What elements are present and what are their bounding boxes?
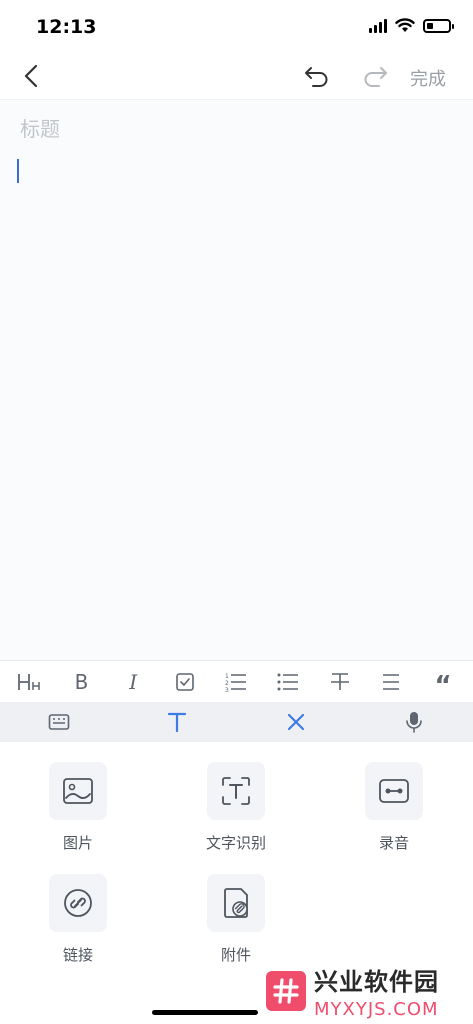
strikethrough-icon bbox=[330, 672, 349, 690]
checkbox-icon bbox=[175, 672, 194, 691]
mode-toolbar bbox=[0, 702, 473, 742]
status-bar: 12:13 bbox=[0, 0, 473, 52]
wifi-icon bbox=[395, 18, 415, 32]
watermark-text: 兴业软件园 MYXYJS.COM bbox=[314, 962, 439, 1020]
tool-recording[interactable]: 录音 bbox=[344, 762, 444, 853]
text-recognition-icon bbox=[222, 777, 250, 805]
done-button[interactable]: 完成 bbox=[410, 65, 446, 91]
svg-text:2: 2 bbox=[225, 680, 229, 687]
voice-button[interactable] bbox=[394, 704, 434, 740]
attachment-icon bbox=[224, 888, 248, 918]
status-icons bbox=[369, 18, 454, 33]
close-button[interactable] bbox=[276, 704, 316, 740]
align-icon bbox=[383, 673, 400, 690]
back-button[interactable] bbox=[18, 62, 46, 90]
redo-icon bbox=[364, 67, 387, 87]
quote-icon: “ bbox=[434, 670, 452, 701]
tool-text-recognition-label: 文字识别 bbox=[205, 835, 266, 852]
redo-button[interactable] bbox=[360, 62, 390, 90]
chevron-left-icon bbox=[24, 64, 38, 88]
watermark-logo-icon bbox=[266, 971, 306, 1011]
text-format-button[interactable] bbox=[157, 704, 197, 740]
signal-icon bbox=[369, 18, 387, 33]
tool-image-box[interactable] bbox=[49, 762, 107, 820]
recording-icon bbox=[379, 779, 409, 803]
tool-text-recognition[interactable]: 文字识别 bbox=[186, 762, 286, 853]
italic-button[interactable]: I bbox=[115, 664, 151, 700]
tool-image-label: 图片 bbox=[62, 835, 93, 852]
title-input[interactable] bbox=[20, 119, 450, 142]
checkbox-button[interactable] bbox=[167, 664, 203, 700]
tool-recording-label: 录音 bbox=[378, 835, 409, 852]
home-indicator[interactable] bbox=[152, 1010, 258, 1015]
link-icon bbox=[64, 889, 92, 917]
tool-image[interactable]: 图片 bbox=[28, 762, 128, 853]
keyboard-button[interactable] bbox=[39, 704, 79, 740]
heading-button[interactable] bbox=[12, 664, 48, 700]
text-caret bbox=[17, 159, 19, 183]
image-icon bbox=[63, 778, 93, 804]
nav-bar: 完成 bbox=[0, 52, 473, 100]
editor-area[interactable] bbox=[0, 101, 473, 659]
bold-icon: B bbox=[74, 669, 89, 694]
strikethrough-button[interactable] bbox=[322, 664, 358, 700]
tool-link[interactable]: 链接 bbox=[28, 874, 128, 965]
tool-text-recognition-box[interactable] bbox=[207, 762, 265, 820]
svg-text:3: 3 bbox=[225, 687, 229, 693]
tool-recording-box[interactable] bbox=[365, 762, 423, 820]
bullet-list-icon bbox=[277, 673, 299, 690]
microphone-icon bbox=[406, 712, 422, 733]
format-toolbar: B I 1 2 3 “ bbox=[0, 660, 473, 702]
keyboard-icon bbox=[48, 714, 70, 730]
status-time: 12:13 bbox=[36, 16, 97, 38]
svg-text:1: 1 bbox=[225, 673, 229, 680]
align-button[interactable] bbox=[373, 664, 409, 700]
italic-icon: I bbox=[129, 669, 138, 694]
watermark-subtitle: MYXYJS.COM bbox=[314, 999, 439, 1020]
ordered-list-button[interactable]: 1 2 3 bbox=[218, 664, 254, 700]
tool-link-label: 链接 bbox=[62, 947, 93, 964]
watermark: 兴业软件园 MYXYJS.COM bbox=[266, 962, 439, 1020]
bold-button[interactable]: B bbox=[63, 664, 99, 700]
close-icon bbox=[287, 713, 304, 731]
ordered-list-icon: 1 2 3 bbox=[225, 673, 247, 693]
tool-attachment[interactable]: 附件 bbox=[186, 874, 286, 965]
quote-button[interactable]: “ bbox=[425, 664, 461, 700]
tool-link-box[interactable] bbox=[49, 874, 107, 932]
watermark-title: 兴业软件园 bbox=[314, 969, 439, 996]
bullet-list-button[interactable] bbox=[270, 664, 306, 700]
undo-button[interactable] bbox=[302, 62, 332, 90]
battery-icon bbox=[423, 18, 454, 33]
heading-icon bbox=[17, 673, 40, 690]
undo-icon bbox=[305, 67, 328, 87]
text-format-icon bbox=[168, 712, 187, 733]
tool-attachment-box[interactable] bbox=[207, 874, 265, 932]
